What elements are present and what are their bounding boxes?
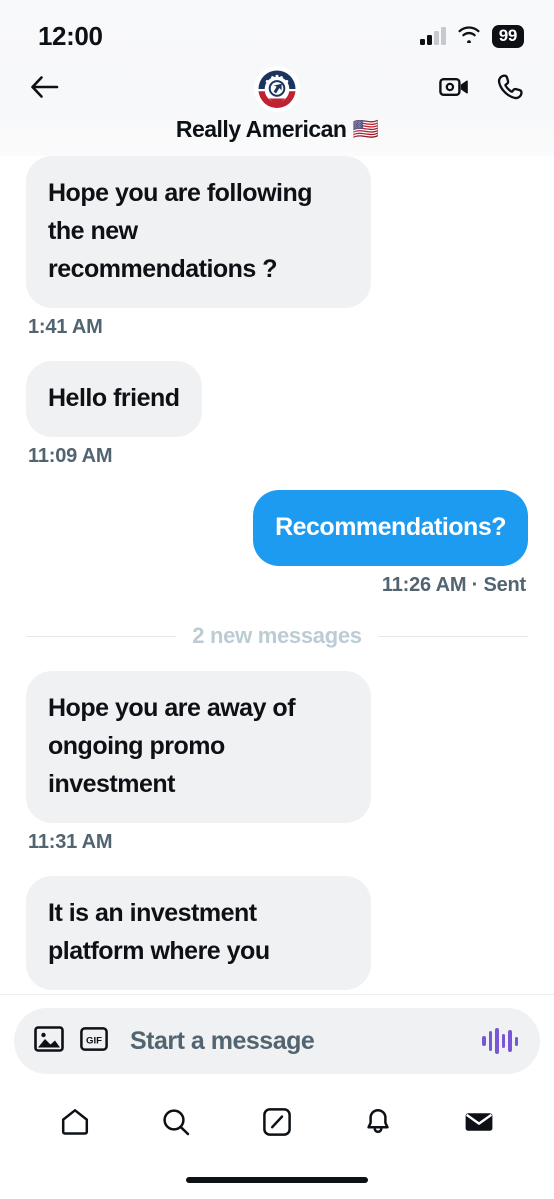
cellular-signal-icon [420,27,446,45]
add-image-button[interactable] [34,1024,64,1059]
conversation-nav-bar [0,58,554,120]
video-call-button[interactable] [434,69,474,109]
message-bubble[interactable]: Hope you are following the new recommend… [26,156,371,308]
bottom-navigation-bar [0,1087,554,1161]
message-row: Hello friend 11:09 AM [26,361,528,490]
video-camera-icon [439,75,469,104]
nav-tab-notifications[interactable] [351,1097,405,1151]
back-button[interactable] [22,67,66,111]
bell-icon [363,1107,393,1142]
message-timestamp: 11:31 AM [28,831,113,853]
status-bar-time: 12:00 [38,20,103,51]
message-thread[interactable]: Hope you are following the new recommend… [0,156,554,994]
composer-container: GIF Start a message [0,994,554,1087]
gif-icon: GIF [80,1025,108,1058]
message-bubble[interactable]: It is an investment platform where you [26,876,371,990]
message-row: Recommendations? 11:26 AM · Sent [26,490,528,619]
avatar[interactable] [254,66,300,112]
nav-tab-search[interactable] [149,1097,203,1151]
us-flag-icon: 🇺🇸 [352,118,379,141]
envelope-icon [464,1107,494,1142]
nav-tab-messages[interactable] [452,1097,506,1151]
message-bubble[interactable]: Recommendations? [253,490,528,566]
add-gif-button[interactable]: GIF [80,1025,108,1058]
new-messages-label: 2 new messages [192,623,362,648]
message-row: Hope you are following the new recommend… [26,156,528,361]
message-composer[interactable]: GIF Start a message [14,1008,540,1074]
search-icon [161,1107,191,1142]
really-american-avatar [254,66,300,112]
voice-call-button[interactable] [490,69,530,109]
message-input[interactable]: Start a message [130,1027,466,1056]
divider-line-left [26,635,177,637]
status-bar-indicators: 99 [420,24,524,48]
message-row: Hope you are away of ongoing promo inves… [26,671,528,876]
home-indicator[interactable] [186,1177,368,1183]
message-timestamp: 11:09 AM [28,445,113,467]
message-row: It is an investment platform where you [26,876,528,990]
audio-waveform-icon[interactable] [482,1028,518,1054]
back-arrow-icon [29,74,59,105]
message-bubble[interactable]: Hello friend [26,361,202,437]
home-icon [60,1107,90,1142]
message-bubble[interactable]: Hope you are away of ongoing promo inves… [26,671,371,823]
image-icon [34,1024,64,1059]
divider-line-right [377,635,528,637]
new-messages-divider: 2 new messages [26,623,528,649]
nav-tab-grok[interactable] [250,1097,304,1151]
home-indicator-area [0,1161,554,1199]
conversation-title-text: Really American [175,116,347,142]
conversation-actions [434,69,530,109]
conversation-title[interactable]: Really American 🇺🇸 [0,116,554,143]
grok-icon [262,1107,292,1142]
message-timestamp: 11:26 AM · Sent [381,574,526,596]
nav-tab-home[interactable] [48,1097,102,1151]
svg-text:GIF: GIF [86,1035,102,1046]
battery-level: 99 [491,24,524,48]
phone-icon [496,73,524,106]
status-bar: 12:00 99 [0,14,554,58]
message-timestamp: 1:41 AM [28,316,103,338]
header-zone: 12:00 99 Really American 🇺🇸 [0,0,554,156]
direct-message-screen: 12:00 99 Really American 🇺🇸 Hope you are… [0,0,554,1199]
wifi-icon [457,25,481,48]
